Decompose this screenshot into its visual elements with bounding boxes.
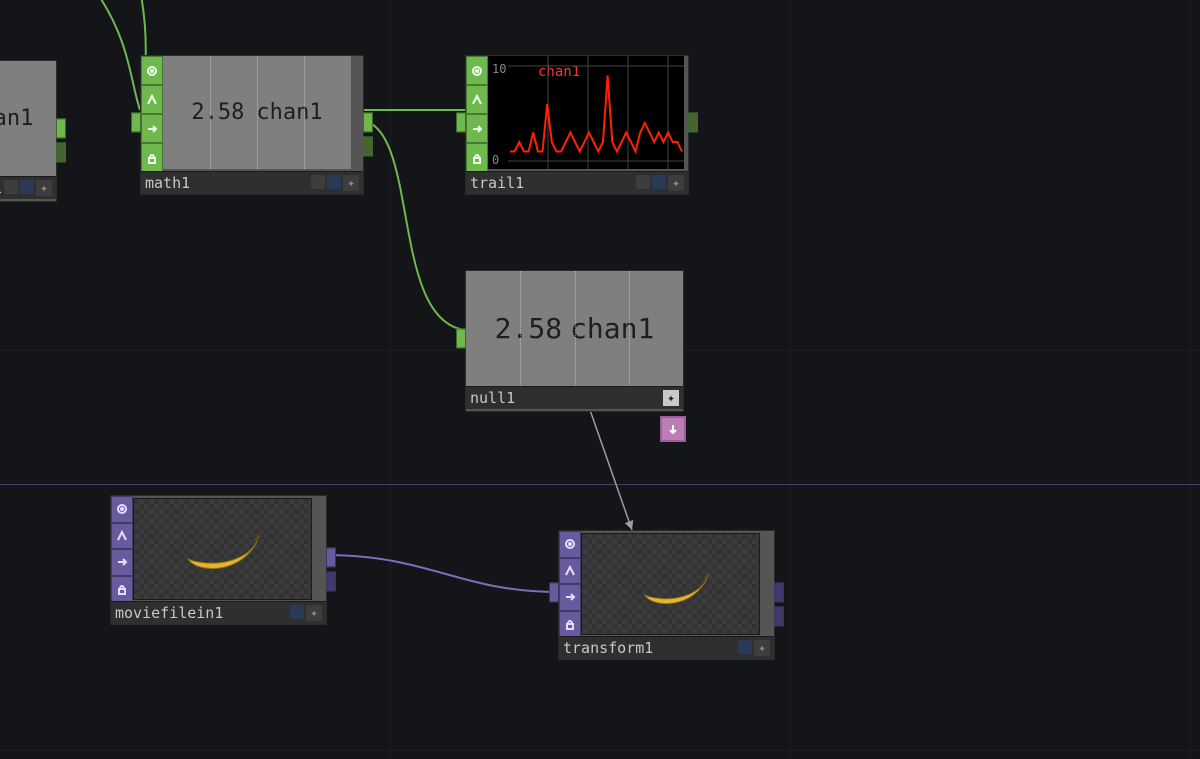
viewer-active-icon[interactable] <box>466 56 488 85</box>
arrow-right-icon[interactable] <box>141 114 163 143</box>
node-partial-chop[interactable]: an1 an1 ✦ <box>0 60 57 202</box>
node-name: null1 <box>470 389 663 407</box>
node-name: math1 <box>145 174 311 192</box>
node-flags[interactable]: ✦ <box>290 605 322 621</box>
trail-chart: 10 0 chan1 <box>488 56 684 169</box>
node-name: trail1 <box>470 174 636 192</box>
node-flags[interactable]: ✦ <box>4 180 52 196</box>
arrow-right-icon[interactable] <box>559 584 581 611</box>
lock-icon[interactable] <box>141 143 163 172</box>
bypass-icon[interactable] <box>141 85 163 114</box>
channel-name: chan1 <box>570 312 654 345</box>
node-null1[interactable]: 2.58 chan1 null1 ✦ <box>465 270 684 412</box>
family-separator-line <box>0 484 1200 485</box>
node-flags[interactable]: ✦ <box>663 390 679 406</box>
viewer-active-icon[interactable] <box>559 531 581 558</box>
node-name: transform1 <box>563 639 738 657</box>
node-left-buttons[interactable] <box>559 531 581 637</box>
banana-icon <box>621 554 721 614</box>
lock-icon[interactable] <box>111 576 133 603</box>
export-arrow-icon[interactable] <box>660 416 686 442</box>
bypass-icon[interactable] <box>559 558 581 585</box>
node-transform1[interactable]: transform1 ✦ <box>558 530 775 660</box>
node-flags[interactable]: ✦ <box>311 175 359 191</box>
node-flags[interactable]: ✦ <box>738 640 770 656</box>
arrow-right-icon[interactable] <box>466 114 488 143</box>
banana-icon <box>173 519 273 579</box>
bypass-icon[interactable] <box>111 523 133 550</box>
channel-value: 2.58 <box>191 100 244 125</box>
node-moviefilein1[interactable]: moviefilein1 ✦ <box>110 495 327 625</box>
top-viewer <box>581 533 760 635</box>
node-name: moviefilein1 <box>115 604 290 622</box>
node-trail1[interactable]: 10 0 chan1 trail1 ✦ <box>465 55 689 195</box>
lock-icon[interactable] <box>466 143 488 172</box>
node-math1[interactable]: 2.58 chan1 math1 ✦ <box>140 55 364 195</box>
node-left-buttons[interactable] <box>141 56 163 172</box>
top-viewer <box>133 498 312 600</box>
node-flags[interactable]: ✦ <box>636 175 684 191</box>
arrow-right-icon[interactable] <box>111 549 133 576</box>
channel-label: an1 <box>0 106 33 131</box>
channel-name: chan1 <box>256 100 322 125</box>
viewer-active-icon[interactable] <box>141 56 163 85</box>
bypass-icon[interactable] <box>466 85 488 114</box>
lock-icon[interactable] <box>559 611 581 638</box>
node-left-buttons[interactable] <box>111 496 133 602</box>
node-left-buttons[interactable] <box>466 56 488 172</box>
channel-value: 2.58 <box>495 312 562 345</box>
viewer-active-icon[interactable] <box>111 496 133 523</box>
display-flag-icon[interactable]: ✦ <box>663 390 679 406</box>
